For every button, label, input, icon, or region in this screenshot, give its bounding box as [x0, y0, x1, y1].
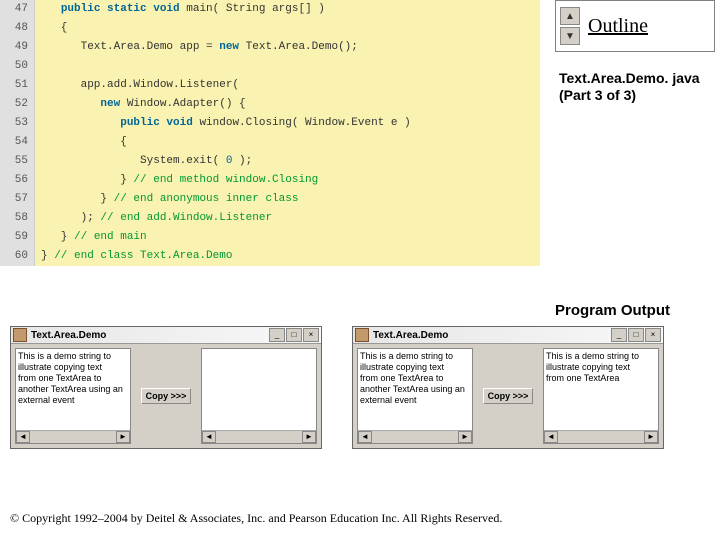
line-number: 60 [0, 247, 35, 266]
scrollbar[interactable]: ◄ ► [544, 430, 658, 443]
code-line: 49 Text.Area.Demo app = new Text.Area.De… [0, 38, 540, 57]
textarea-content: This is a demo string to illustrate copy… [546, 351, 656, 384]
code-line: 56 } // end method window.Closing [0, 171, 540, 190]
scroll-left-icon[interactable]: ◄ [16, 431, 30, 443]
scrollbar[interactable]: ◄ ► [16, 430, 130, 443]
program-output-heading: Program Output [555, 302, 670, 319]
code-content: { [35, 133, 540, 152]
outline-arrows: ▲ ▼ [560, 7, 580, 45]
code-line: 52 new Window.Adapter() { [0, 95, 540, 114]
line-number: 50 [0, 57, 35, 76]
code-line: 51 app.add.Window.Listener( [0, 76, 540, 95]
window-title: Text.Area.Demo [373, 330, 611, 341]
line-number: 49 [0, 38, 35, 57]
copy-button[interactable]: Copy >>> [483, 388, 534, 404]
close-button[interactable]: × [303, 328, 319, 342]
line-number: 54 [0, 133, 35, 152]
textarea-right[interactable]: ◄ ► [201, 348, 317, 444]
line-number: 56 [0, 171, 35, 190]
code-line: 60} // end class Text.Area.Demo [0, 247, 540, 266]
textarea-content: This is a demo string to illustrate copy… [18, 351, 128, 406]
scroll-left-icon[interactable]: ◄ [202, 431, 216, 443]
textarea-left[interactable]: This is a demo string to illustrate copy… [15, 348, 131, 444]
close-button[interactable]: × [645, 328, 661, 342]
scrollbar[interactable]: ◄ ► [358, 430, 472, 443]
line-number: 53 [0, 114, 35, 133]
window-2: Text.Area.Demo _ □ × This is a demo stri… [352, 326, 664, 449]
line-number: 51 [0, 76, 35, 95]
code-line: 48 { [0, 19, 540, 38]
scroll-right-icon[interactable]: ► [458, 431, 472, 443]
outline-box: ▲ ▼ Outline [555, 0, 715, 52]
line-number: 58 [0, 209, 35, 228]
window-title: Text.Area.Demo [31, 330, 269, 341]
code-line: 54 { [0, 133, 540, 152]
scrollbar[interactable]: ◄ ► [202, 430, 316, 443]
code-editor: 47 public static void main( String args[… [0, 0, 540, 266]
scroll-right-icon[interactable]: ► [302, 431, 316, 443]
arrow-down-icon[interactable]: ▼ [560, 27, 580, 45]
code-content: { [35, 19, 540, 38]
titlebar: Text.Area.Demo _ □ × [353, 327, 663, 344]
code-content: Text.Area.Demo app = new Text.Area.Demo(… [35, 38, 540, 57]
code-line: 50 [0, 57, 540, 76]
copyright: © Copyright 1992–2004 by Deitel & Associ… [10, 511, 502, 526]
line-number: 55 [0, 152, 35, 171]
code-content: } // end anonymous inner class [35, 190, 540, 209]
maximize-button[interactable]: □ [286, 328, 302, 342]
part-label: Text.Area.Demo. java (Part 3 of 3) [559, 70, 715, 104]
java-icon [13, 328, 27, 342]
line-number: 52 [0, 95, 35, 114]
code-content: } // end class Text.Area.Demo [35, 247, 540, 266]
copy-button[interactable]: Copy >>> [141, 388, 192, 404]
code-content: } // end main [35, 228, 540, 247]
scroll-left-icon[interactable]: ◄ [358, 431, 372, 443]
code-line: 58 ); // end add.Window.Listener [0, 209, 540, 228]
code-line: 59 } // end main [0, 228, 540, 247]
program-output-row: Text.Area.Demo _ □ × This is a demo stri… [10, 326, 664, 449]
slide: 47 public static void main( String args[… [0, 0, 720, 540]
code-content: public void window.Closing( Window.Event… [35, 114, 540, 133]
code-content: app.add.Window.Listener( [35, 76, 540, 95]
line-number: 57 [0, 190, 35, 209]
maximize-button[interactable]: □ [628, 328, 644, 342]
minimize-button[interactable]: _ [269, 328, 285, 342]
window-body: This is a demo string to illustrate copy… [353, 344, 663, 448]
arrow-up-icon[interactable]: ▲ [560, 7, 580, 25]
code-line: 55 System.exit( 0 ); [0, 152, 540, 171]
code-content [35, 57, 540, 76]
code-content: System.exit( 0 ); [35, 152, 540, 171]
code-line: 57 } // end anonymous inner class [0, 190, 540, 209]
textarea-right[interactable]: This is a demo string to illustrate copy… [543, 348, 659, 444]
sidebar: ▲ ▼ Outline Text.Area.Demo. java (Part 3… [555, 0, 715, 104]
code-content: } // end method window.Closing [35, 171, 540, 190]
outline-title: Outline [588, 15, 648, 38]
line-number: 59 [0, 228, 35, 247]
line-number: 48 [0, 19, 35, 38]
code-content: public static void main( String args[] ) [35, 0, 540, 19]
code-line: 47 public static void main( String args[… [0, 0, 540, 19]
window-1: Text.Area.Demo _ □ × This is a demo stri… [10, 326, 322, 449]
minimize-button[interactable]: _ [611, 328, 627, 342]
line-number: 47 [0, 0, 35, 19]
code-line: 53 public void window.Closing( Window.Ev… [0, 114, 540, 133]
copy-column: Copy >>> [477, 348, 539, 444]
scroll-right-icon[interactable]: ► [116, 431, 130, 443]
titlebar: Text.Area.Demo _ □ × [11, 327, 321, 344]
java-icon [355, 328, 369, 342]
scroll-right-icon[interactable]: ► [644, 431, 658, 443]
copy-column: Copy >>> [135, 348, 197, 444]
textarea-left[interactable]: This is a demo string to illustrate copy… [357, 348, 473, 444]
scroll-left-icon[interactable]: ◄ [544, 431, 558, 443]
code-content: ); // end add.Window.Listener [35, 209, 540, 228]
code-content: new Window.Adapter() { [35, 95, 540, 114]
textarea-content: This is a demo string to illustrate copy… [360, 351, 470, 406]
window-body: This is a demo string to illustrate copy… [11, 344, 321, 448]
